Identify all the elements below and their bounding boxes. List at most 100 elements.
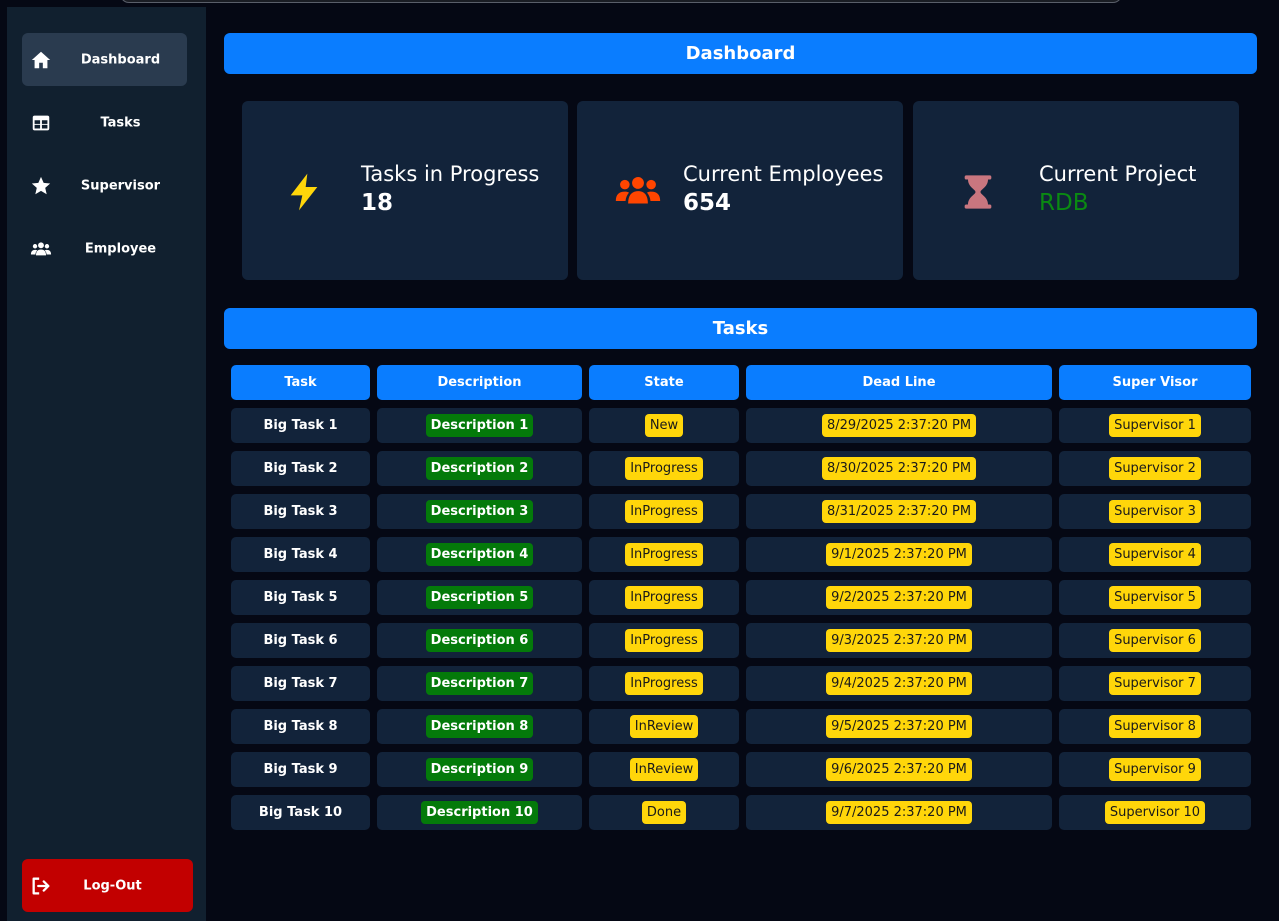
cell-state: InProgress [589, 494, 739, 529]
cell-supervisor-value: Supervisor 4 [1109, 543, 1201, 566]
cell-supervisor: Supervisor 5 [1059, 580, 1251, 615]
bolt-icon [290, 173, 318, 211]
cell-supervisor: Supervisor 9 [1059, 752, 1251, 787]
cell-supervisor-value: Supervisor 3 [1109, 500, 1201, 523]
card-value: 18 [361, 190, 394, 216]
cell-deadline-value: 9/6/2025 2:37:20 PM [826, 758, 972, 781]
card-title: Current Employees [683, 162, 884, 186]
cell-description: Description 8 [377, 709, 582, 744]
cell-state-value: InReview [629, 758, 699, 781]
cell-task-value: Big Task 6 [263, 633, 338, 648]
cell-state-value: New [644, 414, 684, 437]
cell-description: Description 10 [377, 795, 582, 830]
cell-supervisor: Supervisor 6 [1059, 623, 1251, 658]
cell-state-value: InProgress [625, 457, 703, 480]
column-header-deadline[interactable]: Dead Line [746, 365, 1052, 400]
window-top-edge [120, 0, 1122, 3]
cell-task-value: Big Task 10 [258, 805, 343, 820]
cell-description-value: Description 8 [425, 715, 534, 738]
cell-deadline: 9/5/2025 2:37:20 PM [746, 709, 1052, 744]
cell-task-value: Big Task 4 [263, 547, 338, 562]
cell-state: InReview [589, 752, 739, 787]
cell-supervisor-value: Supervisor 10 [1104, 801, 1206, 824]
cell-task: Big Task 7 [231, 666, 370, 701]
logout-label: Log-Out [83, 878, 142, 893]
cell-description: Description 6 [377, 623, 582, 658]
cell-task-value: Big Task 3 [263, 504, 338, 519]
cell-deadline-value: 9/3/2025 2:37:20 PM [826, 629, 972, 652]
cell-state-value: InProgress [625, 629, 703, 652]
cell-task: Big Task 6 [231, 623, 370, 658]
cell-description-value: Description 9 [425, 758, 534, 781]
card-title: Current Project [1039, 162, 1197, 186]
cell-state: InProgress [589, 623, 739, 658]
sidebar-item-label: Dashboard [80, 52, 161, 67]
cell-state-value: Done [641, 801, 687, 824]
cell-supervisor: Supervisor 4 [1059, 537, 1251, 572]
cell-task: Big Task 2 [231, 451, 370, 486]
sidebar-item-employee[interactable]: Employee [22, 222, 187, 275]
cell-supervisor: Supervisor 2 [1059, 451, 1251, 486]
card-value: 654 [683, 190, 732, 216]
cell-description-value: Description 10 [421, 801, 538, 824]
column-header-description[interactable]: Description [377, 365, 582, 400]
cell-state-value: InProgress [625, 586, 703, 609]
cell-supervisor-value: Supervisor 5 [1109, 586, 1201, 609]
cell-supervisor: Supervisor 8 [1059, 709, 1251, 744]
cell-supervisor-value: Supervisor 2 [1109, 457, 1201, 480]
sidebar-item-supervisor[interactable]: Supervisor [22, 159, 187, 212]
cell-description-value: Description 5 [425, 586, 534, 609]
users-icon [615, 177, 661, 204]
cell-description: Description 3 [377, 494, 582, 529]
stat-card-current-employees: Current Employees 654 [577, 101, 903, 280]
cell-description: Description 1 [377, 408, 582, 443]
cell-state-value: InProgress [625, 672, 703, 695]
cell-supervisor-value: Supervisor 8 [1109, 715, 1201, 738]
cell-deadline-value: 8/30/2025 2:37:20 PM [821, 457, 977, 480]
cell-state: InProgress [589, 537, 739, 572]
cell-description-value: Description 4 [425, 543, 534, 566]
column-header-supervisor[interactable]: Super Visor [1059, 365, 1251, 400]
cell-deadline: 9/7/2025 2:37:20 PM [746, 795, 1052, 830]
cell-description: Description 5 [377, 580, 582, 615]
tasks-section-title: Tasks [224, 308, 1257, 349]
cell-deadline: 8/30/2025 2:37:20 PM [746, 451, 1052, 486]
cell-deadline: 8/29/2025 2:37:20 PM [746, 408, 1052, 443]
cell-deadline-value: 9/1/2025 2:37:20 PM [826, 543, 972, 566]
cell-supervisor: Supervisor 10 [1059, 795, 1251, 830]
hourglass-icon [964, 175, 992, 209]
cell-state-value: InProgress [625, 500, 703, 523]
cell-supervisor: Supervisor 3 [1059, 494, 1251, 529]
sidebar-item-label: Tasks [100, 115, 141, 130]
cell-deadline-value: 9/2/2025 2:37:20 PM [826, 586, 972, 609]
column-header-task[interactable]: Task [231, 365, 370, 400]
cell-description-value: Description 6 [425, 629, 534, 652]
cell-state: Done [589, 795, 739, 830]
cell-task: Big Task 8 [231, 709, 370, 744]
cell-deadline-value: 9/5/2025 2:37:20 PM [826, 715, 972, 738]
cell-deadline: 9/2/2025 2:37:20 PM [746, 580, 1052, 615]
cell-state-value: InReview [629, 715, 699, 738]
card-value-project: RDB [1039, 190, 1089, 216]
cell-task-value: Big Task 9 [263, 762, 338, 777]
cell-deadline-value: 8/31/2025 2:37:20 PM [821, 500, 977, 523]
cell-deadline: 9/4/2025 2:37:20 PM [746, 666, 1052, 701]
cell-deadline-value: 8/29/2025 2:37:20 PM [821, 414, 977, 437]
cell-description: Description 2 [377, 451, 582, 486]
cell-state: InReview [589, 709, 739, 744]
cell-state: InProgress [589, 451, 739, 486]
cell-task-value: Big Task 5 [263, 590, 338, 605]
cell-deadline: 9/1/2025 2:37:20 PM [746, 537, 1052, 572]
cell-deadline: 9/3/2025 2:37:20 PM [746, 623, 1052, 658]
cell-state: InProgress [589, 666, 739, 701]
logout-button[interactable]: Log-Out [22, 859, 193, 912]
main-content: Dashboard Tasks in Progress 18 Current E… [206, 7, 1279, 921]
cell-deadline-value: 9/4/2025 2:37:20 PM [826, 672, 972, 695]
column-header-state[interactable]: State [589, 365, 739, 400]
cell-supervisor: Supervisor 1 [1059, 408, 1251, 443]
sidebar-item-label: Supervisor [80, 178, 161, 193]
sidebar-item-tasks[interactable]: Tasks [22, 96, 187, 149]
stat-card-tasks-in-progress: Tasks in Progress 18 [242, 101, 568, 280]
sidebar-item-dashboard[interactable]: Dashboard [22, 33, 187, 86]
cell-task-value: Big Task 8 [263, 719, 338, 734]
